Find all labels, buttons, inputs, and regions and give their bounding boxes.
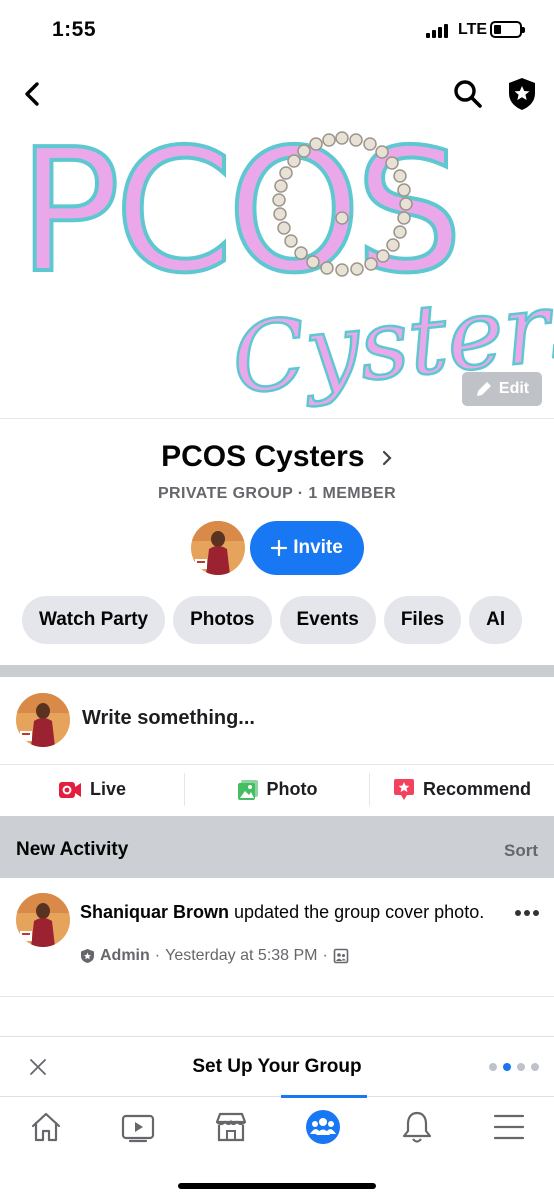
menu-icon	[493, 1114, 525, 1140]
post-text: Shaniquar Brown updated the group cover …	[80, 901, 500, 924]
post-time[interactable]: Yesterday at 5:38 PM	[165, 947, 317, 965]
recommend-icon	[393, 778, 414, 800]
setup-banner[interactable]: Set Up Your Group	[0, 1036, 554, 1096]
setup-title: Set Up Your Group	[192, 1056, 362, 1077]
group-privacy-members[interactable]: PRIVATE GROUP · 1 MEMBER	[0, 485, 554, 503]
tab-marketplace[interactable]	[211, 1107, 251, 1147]
tab-menu[interactable]	[489, 1107, 529, 1147]
divider	[0, 996, 554, 997]
tab-files[interactable]: Files	[383, 596, 462, 644]
composer-actions: Live Photo Recommend	[0, 764, 554, 814]
live-button[interactable]: Live	[0, 765, 184, 814]
svg-text:PCOS: PCOS	[18, 128, 457, 311]
more-dots-icon	[515, 910, 539, 916]
post-author-avatar[interactable]	[16, 893, 70, 947]
avatar	[16, 893, 70, 947]
pager-dot	[531, 1063, 539, 1071]
meta-separator: ·	[322, 947, 328, 964]
group-name-link[interactable]: PCOS Cysters	[0, 440, 554, 475]
battery-icon	[490, 21, 525, 38]
activity-header: New Activity Sort	[0, 816, 554, 878]
bell-icon	[402, 1111, 432, 1143]
post-role: Admin	[100, 947, 150, 964]
pager-dot-active	[503, 1063, 511, 1071]
tab-events[interactable]: Events	[279, 596, 376, 644]
photo-button[interactable]: Photo	[185, 765, 369, 814]
network-label: LTE	[458, 21, 488, 38]
edit-cover-button[interactable]: Edit	[462, 372, 542, 406]
recommend-label: Recommend	[422, 779, 532, 799]
chevron-left-icon	[25, 82, 39, 106]
group-tabs: Watch Party Photos Events Files Al	[22, 596, 554, 646]
post-options-button[interactable]	[514, 904, 540, 916]
pager-dot	[489, 1063, 497, 1071]
signal-icon	[426, 24, 452, 38]
back-button[interactable]	[18, 78, 48, 110]
top-nav	[0, 60, 554, 128]
invite-button[interactable]: Invite	[250, 521, 364, 575]
tab-notifications[interactable]	[397, 1107, 437, 1147]
avatar	[16, 693, 70, 747]
group-name: PCOS Cysters	[161, 440, 365, 473]
member-avatar[interactable]	[191, 521, 245, 575]
setup-pager	[489, 1063, 539, 1071]
search-icon	[454, 80, 482, 108]
edit-cover-label: Edit	[498, 380, 530, 397]
tab-groups[interactable]	[303, 1107, 343, 1147]
photo-icon	[237, 779, 258, 800]
home-icon	[31, 1112, 61, 1142]
admin-badge-icon	[81, 949, 94, 963]
live-video-icon	[58, 781, 81, 798]
admin-shield-icon	[509, 78, 535, 110]
activity-title: New Activity	[16, 839, 129, 860]
pager-dot	[517, 1063, 525, 1071]
live-label: Live	[89, 779, 127, 799]
chevron-right-icon	[381, 441, 393, 475]
bottom-tab-bar	[0, 1095, 554, 1200]
divider	[0, 418, 554, 419]
tab-watch[interactable]	[118, 1107, 158, 1147]
home-indicator	[178, 1183, 376, 1189]
invite-label: Invite	[293, 537, 343, 558]
composer-input[interactable]: Write something...	[82, 707, 255, 730]
tab-photos[interactable]: Photos	[173, 596, 272, 644]
plus-icon	[271, 540, 288, 556]
post-author[interactable]: Shaniquar Brown	[80, 902, 229, 922]
status-time: 1:55	[52, 18, 97, 41]
group-audience-icon	[333, 948, 349, 964]
video-icon	[121, 1114, 155, 1143]
active-tab-indicator	[281, 1095, 367, 1098]
post-meta: Admin · Yesterday at 5:38 PM ·	[80, 947, 349, 965]
tab-watch-party[interactable]: Watch Party	[22, 596, 166, 644]
tab-albums[interactable]: Al	[469, 596, 523, 644]
section-separator	[0, 665, 554, 677]
sort-button[interactable]: Sort	[504, 841, 538, 861]
meta-separator: ·	[154, 947, 161, 964]
search-button[interactable]	[452, 78, 484, 110]
recommend-button[interactable]: Recommend	[370, 765, 554, 814]
pencil-icon	[476, 382, 491, 396]
status-bar: 1:55 LTE	[0, 0, 554, 60]
composer-avatar[interactable]	[16, 693, 70, 747]
groups-icon	[306, 1110, 340, 1144]
tab-home[interactable]	[26, 1107, 66, 1147]
post-action: updated the group cover photo.	[229, 902, 485, 922]
photo-label: Photo	[266, 779, 318, 799]
avatar	[191, 521, 245, 575]
admin-tools-button[interactable]	[506, 76, 538, 112]
marketplace-icon	[215, 1112, 247, 1142]
